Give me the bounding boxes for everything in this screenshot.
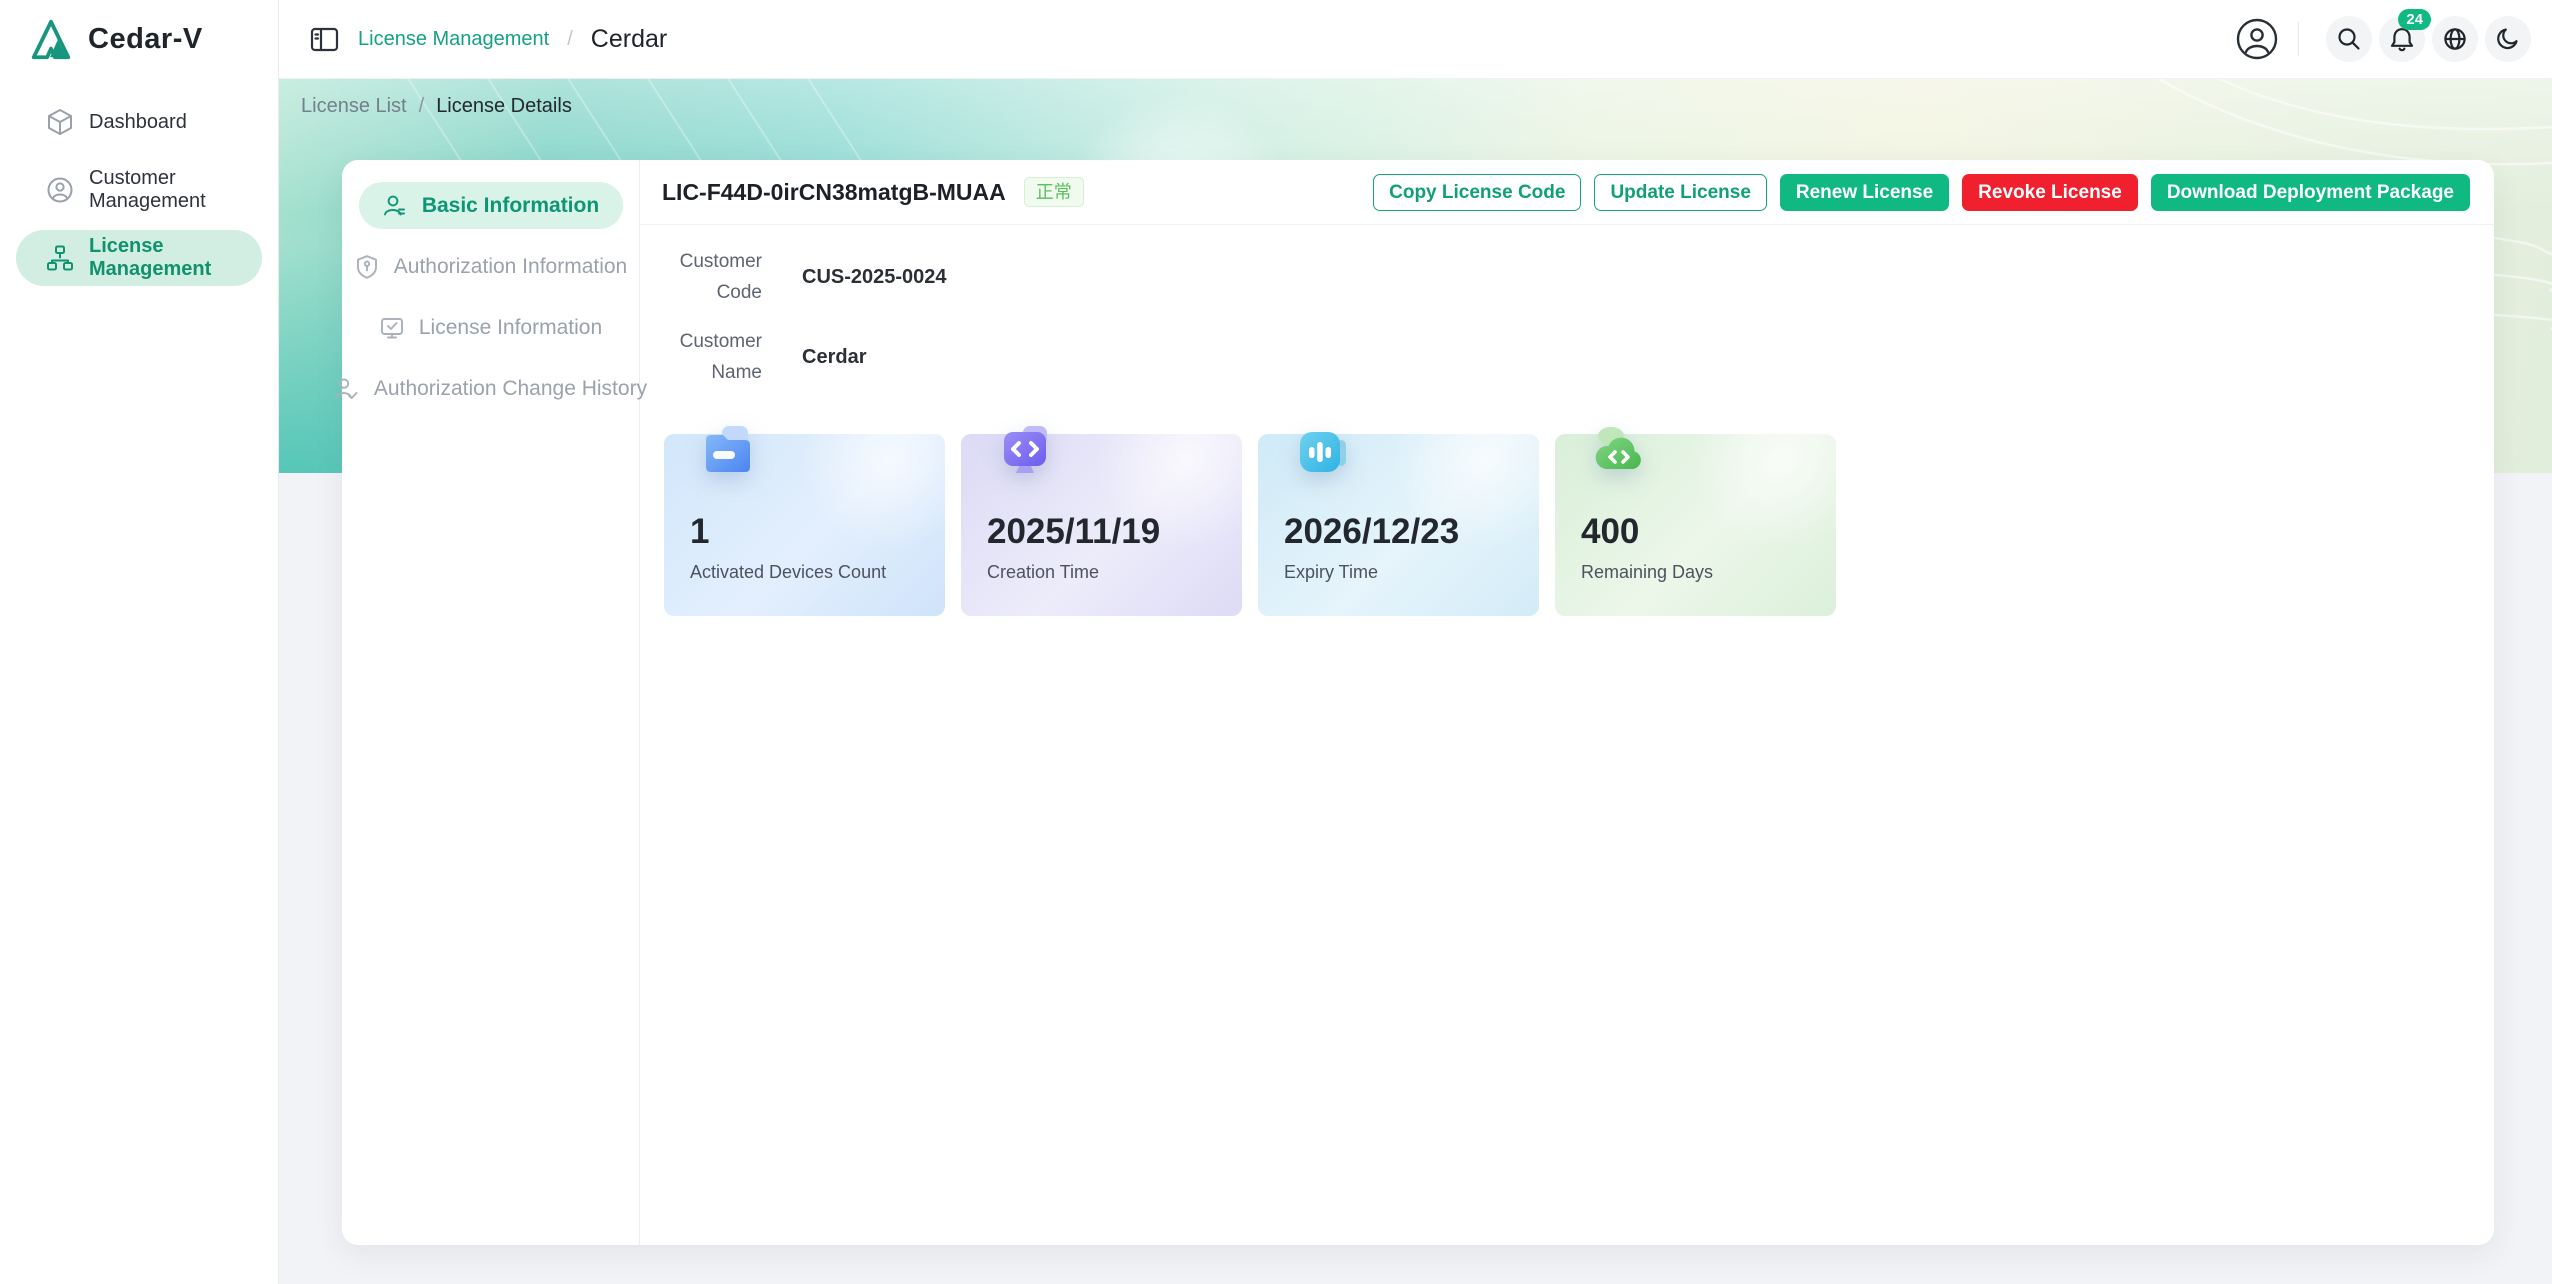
stat-expiry-time: 2026/12/23 Expiry Time	[1258, 434, 1539, 616]
search-button[interactable]	[2326, 16, 2372, 62]
tab-panel-basic-information: LIC-F44D-0irCN38matgB-MUAA 正常 Copy Licen…	[640, 160, 2494, 1245]
tab-label: Authorization Change History	[374, 377, 647, 401]
brand[interactable]: Cedar-V	[0, 0, 278, 79]
stat-value: 2025/11/19	[987, 512, 1160, 552]
topbar-divider	[2298, 22, 2299, 56]
monitor-code-icon	[997, 424, 1053, 480]
panel-toggle-icon[interactable]	[309, 24, 340, 55]
cedar-logo-icon	[28, 17, 74, 63]
license-details-card: Basic Information Authorization Informat…	[342, 160, 2494, 1245]
topbar-breadcrumb: License Management / Cerdar	[309, 24, 667, 55]
stat-remaining-days: 400 Remaining Days	[1555, 434, 1836, 616]
stat-creation-time: 2025/11/19 Creation Time	[961, 434, 1242, 616]
stat-cards: 1 Activated Devices Count 2025/11/19 Cre…	[664, 434, 1836, 616]
revoke-license-button[interactable]: Revoke License	[1962, 174, 2138, 211]
license-header: LIC-F44D-0irCN38matgB-MUAA 正常 Copy Licen…	[640, 160, 2494, 225]
sidebar-item-label: Dashboard	[89, 111, 187, 134]
breadcrumb-current: License Details	[436, 95, 572, 118]
field-value: CUS-2025-0024	[802, 266, 947, 289]
sitemap-icon	[46, 244, 74, 272]
status-badge: 正常	[1024, 177, 1084, 207]
topbar-breadcrumb-current: Cerdar	[591, 25, 667, 54]
stat-label: Expiry Time	[1284, 562, 1378, 583]
user-detail-icon	[382, 193, 408, 219]
license-actions: Copy License Code Update License Renew L…	[1373, 174, 2470, 211]
download-deployment-package-button[interactable]: Download Deployment Package	[2151, 174, 2470, 211]
topbar-actions: 24	[2234, 16, 2531, 62]
sidebar: Cedar-V Dashboard Customer Management Li…	[0, 0, 279, 1284]
stat-value: 1	[690, 512, 709, 552]
topbar-breadcrumb-separator: /	[567, 28, 573, 51]
detail-tabs: Basic Information Authorization Informat…	[342, 160, 640, 1245]
notifications-button[interactable]: 24	[2379, 16, 2425, 62]
license-code: LIC-F44D-0irCN38matgB-MUAA	[662, 179, 1006, 206]
brand-name: Cedar-V	[88, 23, 203, 56]
language-button[interactable]	[2432, 16, 2478, 62]
sidebar-item-customer-management[interactable]: Customer Management	[16, 162, 262, 218]
field-label: Customer Name	[664, 326, 762, 388]
sidebar-item-label: Customer Management	[89, 167, 262, 213]
folder-minus-icon	[700, 424, 756, 480]
renew-license-button[interactable]: Renew License	[1780, 174, 1949, 211]
dark-mode-button[interactable]	[2485, 16, 2531, 62]
cloud-code-icon	[1591, 424, 1647, 480]
moon-icon	[2495, 26, 2521, 52]
tab-basic-information[interactable]: Basic Information	[359, 182, 623, 229]
search-icon	[2336, 26, 2362, 52]
tab-label: Authorization Information	[394, 255, 627, 279]
field-customer-name: Customer Name Cerdar	[664, 326, 2494, 388]
user-check-icon	[334, 376, 360, 402]
copy-license-code-button[interactable]: Copy License Code	[1373, 174, 1581, 211]
sidebar-item-label: License Management	[89, 235, 262, 281]
topbar: License Management / Cerdar 24	[279, 0, 2552, 79]
stat-value: 400	[1581, 512, 1639, 552]
breadcrumb-separator: /	[419, 95, 425, 118]
tab-authorization-information[interactable]: Authorization Information	[359, 243, 623, 290]
shield-key-icon	[354, 254, 380, 280]
stat-label: Remaining Days	[1581, 562, 1713, 583]
update-license-button[interactable]: Update License	[1594, 174, 1766, 211]
stat-activated-devices: 1 Activated Devices Count	[664, 434, 945, 616]
audio-bars-icon	[1294, 424, 1350, 480]
customer-fields: Customer Code CUS-2025-0024 Customer Nam…	[640, 225, 2494, 388]
stat-label: Creation Time	[987, 562, 1099, 583]
stat-value: 2026/12/23	[1284, 512, 1459, 552]
notification-count-badge: 24	[2398, 9, 2431, 30]
field-value: Cerdar	[802, 346, 866, 369]
topbar-breadcrumb-link[interactable]: License Management	[358, 28, 549, 51]
field-customer-code: Customer Code CUS-2025-0024	[664, 246, 2494, 308]
tab-authorization-change-history[interactable]: Authorization Change History	[359, 365, 623, 412]
sidebar-item-dashboard[interactable]: Dashboard	[16, 94, 262, 150]
stat-label: Activated Devices Count	[690, 562, 886, 583]
field-label: Customer Code	[664, 246, 762, 308]
user-avatar-icon[interactable]	[2234, 16, 2280, 62]
sidebar-nav: Dashboard Customer Management License Ma…	[0, 94, 278, 286]
tab-label: Basic Information	[422, 194, 599, 218]
breadcrumb-parent[interactable]: License List	[301, 95, 407, 118]
monitor-check-icon	[379, 315, 405, 341]
tab-license-information[interactable]: License Information	[359, 304, 623, 351]
user-circle-icon	[46, 176, 74, 204]
sidebar-item-license-management[interactable]: License Management	[16, 230, 262, 286]
globe-icon	[2442, 26, 2468, 52]
breadcrumb: License List / License Details	[301, 95, 572, 118]
tab-label: License Information	[419, 316, 602, 340]
box-icon	[46, 108, 74, 136]
